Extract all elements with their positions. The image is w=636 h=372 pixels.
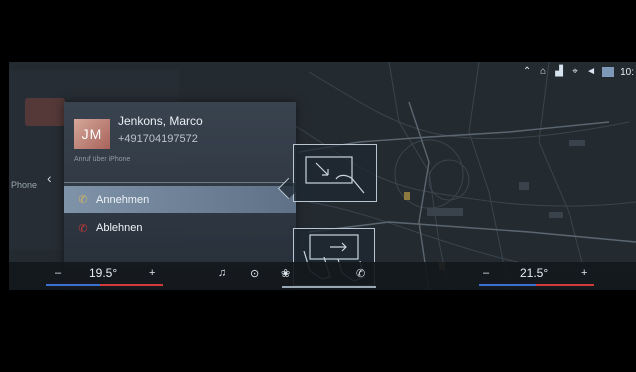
accept-label: Annehmen [96,193,150,206]
infotainment-screen: ⌃ ⌂ ▟ ⌖ ◄ 10: Phone ‹ JM Jenkons, Marco … [9,62,636,290]
right-temp-cold-line [479,284,536,286]
weather-icon [602,67,615,77]
nav-icon[interactable]: ⊙ [250,267,259,280]
incoming-call-card: JM Jenkons, Marco +491704197572 Anruf üb… [64,102,296,288]
active-indicator [282,286,376,288]
avatar-initials: JM [81,126,103,142]
accept-call-button[interactable]: ✆ Annehmen [64,186,296,213]
signal-icon: ▟ [555,66,563,77]
left-temp-cold-line [46,284,100,286]
left-temp-value: 19.5° [89,266,118,280]
volume-icon: ◄ [586,66,597,77]
music-icon[interactable]: ♫ [218,267,226,279]
gesture-hint-swipe-icon [277,144,377,202]
avatar: JM [74,119,110,149]
gps-icon: ⌖ [572,66,578,77]
clock: 10: [620,66,634,78]
fan-icon[interactable]: ❀ [281,267,290,280]
chevron-left-icon[interactable]: ‹ [47,170,52,186]
hand-tap-icon [305,156,365,194]
right-temp-value: 21.5° [520,266,549,280]
climate-bar: – 19.5° + ♫ ⊙ ❀ ✆ – 21.5° + [9,262,636,290]
call-device: Anruf über iPhone [74,156,131,163]
left-temp-plus-button[interactable]: + [149,267,155,279]
right-temp-minus-button[interactable]: – [483,267,489,279]
left-temp-minus-button[interactable]: – [55,267,61,279]
decline-call-button[interactable]: ✆ Ablehnen [64,215,296,241]
background-thumbnail [25,98,65,126]
right-temp-warm-line [536,284,594,286]
left-temp-warm-line [100,284,163,286]
caller-name: Jenkons, Marco [118,114,203,128]
phone-icon[interactable]: ✆ [356,267,365,280]
decline-label: Ablehnen [96,222,143,234]
caller-number: +491704197572 [118,133,198,145]
phone-decline-icon: ✆ [78,222,88,235]
status-bar: ⌃ ⌂ ▟ ⌖ ◄ 10: [522,64,636,80]
right-temp-plus-button[interactable]: + [581,267,587,279]
background-label: Phone [11,180,38,190]
bluetooth-icon: ⌃ [522,66,532,77]
divider [64,182,296,183]
wifi-icon: ⌂ [540,66,547,77]
phone-accept-icon: ✆ [78,194,88,206]
